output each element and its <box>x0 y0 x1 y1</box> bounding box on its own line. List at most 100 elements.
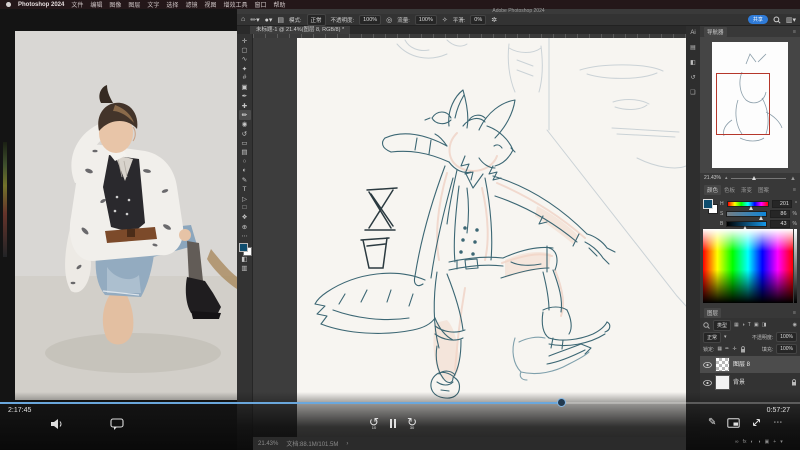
tool-lasso[interactable]: ∿ <box>239 55 251 64</box>
airbrush-icon[interactable]: ✧ <box>442 16 448 24</box>
annotate-pencil-icon[interactable]: ✎ <box>708 417 716 428</box>
opacity-pressure-icon[interactable]: ◎ <box>386 16 392 24</box>
menu-app-name[interactable]: Photoshop 2024 <box>18 2 64 8</box>
menu-item-window[interactable]: 窗口 <box>254 0 266 9</box>
menu-item-layer[interactable]: 图层 <box>128 0 140 9</box>
layer-row-background[interactable]: 背景 <box>700 374 800 391</box>
layer-filter-kind[interactable]: 类型 <box>713 320 731 331</box>
new-layer-icon[interactable]: + <box>773 440 776 445</box>
gradients-tab[interactable]: 渐变 <box>738 185 755 195</box>
layer-style-icon[interactable]: fx <box>743 440 747 445</box>
ai-panel-icon[interactable]: Ai <box>690 30 695 36</box>
patterns-tab[interactable]: 图案 <box>755 185 772 195</box>
layer-visibility-icon[interactable] <box>703 362 712 368</box>
menu-item-view[interactable]: 视图 <box>204 0 216 9</box>
lock-transparency-icon[interactable]: ▦ <box>717 346 722 352</box>
menu-item-select[interactable]: 选择 <box>166 0 178 9</box>
saturation-value[interactable]: 86 <box>770 210 790 218</box>
brightness-slider[interactable] <box>726 221 766 227</box>
tool-spot-healing[interactable]: ✚ <box>239 101 251 110</box>
tool-dodge[interactable]: ◐ <box>239 166 251 175</box>
filter-pixel-icon[interactable]: ▦ <box>734 322 739 328</box>
link-layers-icon[interactable]: ∞ <box>735 440 739 445</box>
layer-row-active[interactable]: 图层 8 <box>700 356 800 373</box>
blend-caret-icon[interactable]: ▾ <box>724 334 727 340</box>
status-zoom[interactable]: 21.43% <box>258 441 278 447</box>
pause-button[interactable] <box>390 419 396 428</box>
comments-panel-icon[interactable]: ❑ <box>690 89 695 96</box>
tool-crop[interactable]: # <box>239 73 251 82</box>
fill-value[interactable]: 100% <box>776 344 797 354</box>
filter-shape-icon[interactable]: ▣ <box>754 322 759 328</box>
tool-brush[interactable]: ✏ <box>239 110 251 119</box>
swatches-tab[interactable]: 色板 <box>721 185 738 195</box>
video-progress-knob[interactable] <box>557 398 566 407</box>
tool-eyedropper[interactable]: ✒ <box>239 92 251 101</box>
libraries-panel-icon[interactable]: ▤ <box>690 44 696 51</box>
menu-item-plugins[interactable]: 增效工具 <box>223 0 247 9</box>
brush-preset-icon[interactable]: ●▾ <box>265 16 273 24</box>
tool-type[interactable]: T <box>239 185 251 194</box>
more-options-icon[interactable]: ⋯ <box>773 417 782 428</box>
menu-item-help[interactable]: 帮助 <box>274 0 286 9</box>
tool-clone-stamp[interactable]: ◉ <box>239 120 251 129</box>
saturation-slider[interactable] <box>726 211 766 217</box>
brush-tool-icon[interactable]: ✏▾ <box>250 16 259 24</box>
filter-type-icon[interactable]: T <box>748 322 751 328</box>
rewind-10-button[interactable]: ↺10 <box>366 416 382 430</box>
toolbar-more-icon[interactable]: ⋯ <box>239 231 251 240</box>
volume-icon[interactable] <box>50 418 64 430</box>
color-spectrum-picker[interactable] <box>703 229 793 303</box>
background-visibility-icon[interactable] <box>703 380 712 386</box>
status-chevron-icon[interactable]: › <box>346 441 348 447</box>
color-swatches[interactable] <box>239 243 251 255</box>
background-layer-name[interactable]: 背景 <box>733 380 745 386</box>
layers-opacity-value[interactable]: 100% <box>776 332 797 342</box>
adjustments-panel-icon[interactable]: ◧ <box>690 59 696 66</box>
layers-panel-menu-icon[interactable]: ≡ <box>793 310 796 316</box>
history-panel-icon[interactable]: ↺ <box>690 74 695 81</box>
home-icon[interactable]: ⌂ <box>241 16 245 23</box>
tool-move[interactable]: ✛ <box>239 36 251 45</box>
tool-zoom[interactable]: ⊕ <box>239 222 251 231</box>
navigator-menu-icon[interactable]: ≡ <box>793 29 796 35</box>
fullscreen-icon[interactable] <box>751 417 762 428</box>
smoothing-gear-icon[interactable]: ✲ <box>491 16 497 24</box>
flow-select[interactable]: 100% <box>415 15 437 25</box>
brush-panel-toggle-icon[interactable]: ▤ <box>277 16 284 24</box>
layer-thumbnail[interactable] <box>715 357 730 372</box>
tool-history-brush[interactable]: ↺ <box>239 129 251 138</box>
tool-hand[interactable]: ❖ <box>239 213 251 222</box>
background-thumbnail[interactable] <box>715 375 730 390</box>
color-panel-menu-icon[interactable]: ≡ <box>793 187 796 193</box>
menu-item-edit[interactable]: 编辑 <box>90 0 102 9</box>
layer-name[interactable]: 图层 8 <box>733 362 750 368</box>
opacity-select[interactable]: 100% <box>359 15 381 25</box>
mode-select[interactable]: 正常 <box>307 14 326 26</box>
tool-eraser[interactable]: ▭ <box>239 138 251 147</box>
lock-pixels-icon[interactable]: ✏ <box>725 346 729 352</box>
tool-path-selection[interactable]: ▷ <box>239 194 251 203</box>
workspace-icon[interactable]: ▥▾ <box>786 16 796 24</box>
tool-blur[interactable]: ○ <box>239 157 251 166</box>
menu-item-file[interactable]: 文件 <box>71 0 83 9</box>
menu-item-image[interactable]: 图像 <box>109 0 121 9</box>
blend-mode-select[interactable]: 正常 <box>703 332 721 343</box>
layer-search-icon[interactable] <box>703 322 710 329</box>
adjustment-layer-icon[interactable]: ◑ <box>758 440 761 445</box>
navigator-tab[interactable]: 导航器 <box>704 27 727 37</box>
tool-shape[interactable]: □ <box>239 203 251 212</box>
search-icon[interactable] <box>773 16 781 24</box>
forward-30-button[interactable]: ↻30 <box>404 416 420 430</box>
filter-toggle-icon[interactable]: ◉ <box>793 322 797 328</box>
smoothing-select[interactable]: 0% <box>470 15 486 25</box>
pip-icon[interactable] <box>727 418 740 428</box>
document-tab[interactable]: 未标题-1 @ 21.4%(图层 8, RGB/8) * <box>250 26 350 34</box>
lock-position-icon[interactable]: ✛ <box>732 346 736 352</box>
layers-tab[interactable]: 图层 <box>704 308 721 318</box>
navigator-view-box[interactable] <box>716 73 770 135</box>
navigator-zoom-value[interactable]: 21.43% <box>704 176 721 181</box>
tool-gradient[interactable]: ▤ <box>239 148 251 157</box>
canvas[interactable] <box>297 38 686 437</box>
color-tab[interactable]: 颜色 <box>704 185 721 195</box>
